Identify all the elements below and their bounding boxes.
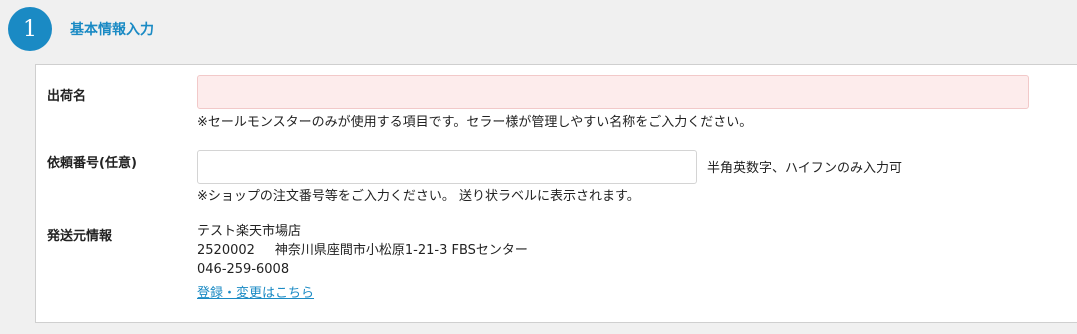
sender-address-line: 2520002 神奈川県座間市小松原1-21-3 FBSセンター [197, 241, 528, 260]
sender-name: テスト楽天市場店 [197, 224, 302, 239]
basic-info-form: 出荷名 ※セールモンスターのみが使用する項目です。セラー様が管理しやすい名称をご… [35, 64, 1077, 323]
request-number-input[interactable] [197, 150, 697, 184]
shipment-name-input[interactable] [197, 75, 1029, 109]
request-number-note: ※ショップの注文番号等をご入力ください。 送り状ラベルに表示されます。 [197, 189, 640, 204]
section-title: 基本情報入力 [70, 22, 154, 38]
edit-sender-link[interactable]: 登録・変更はこちら [197, 282, 314, 301]
sender-label: 発送元情報 [47, 229, 113, 244]
sender-address: 神奈川県座間市小松原1-21-3 FBSセンター [274, 243, 528, 258]
request-number-label: 依頼番号(任意) [47, 156, 137, 171]
request-number-hint: 半角英数字、ハイフンのみ入力可 [707, 161, 903, 176]
section-header: 1 基本情報入力 [0, 0, 1077, 60]
shipment-name-label: 出荷名 [47, 89, 87, 104]
shipment-name-note: ※セールモンスターのみが使用する項目です。セラー様が管理しやすい名称をご入力くだ… [197, 115, 753, 130]
sender-postal: 2520002 [197, 243, 255, 258]
step-number-badge: 1 [8, 7, 52, 51]
sender-phone: 046-259-6008 [197, 262, 290, 277]
